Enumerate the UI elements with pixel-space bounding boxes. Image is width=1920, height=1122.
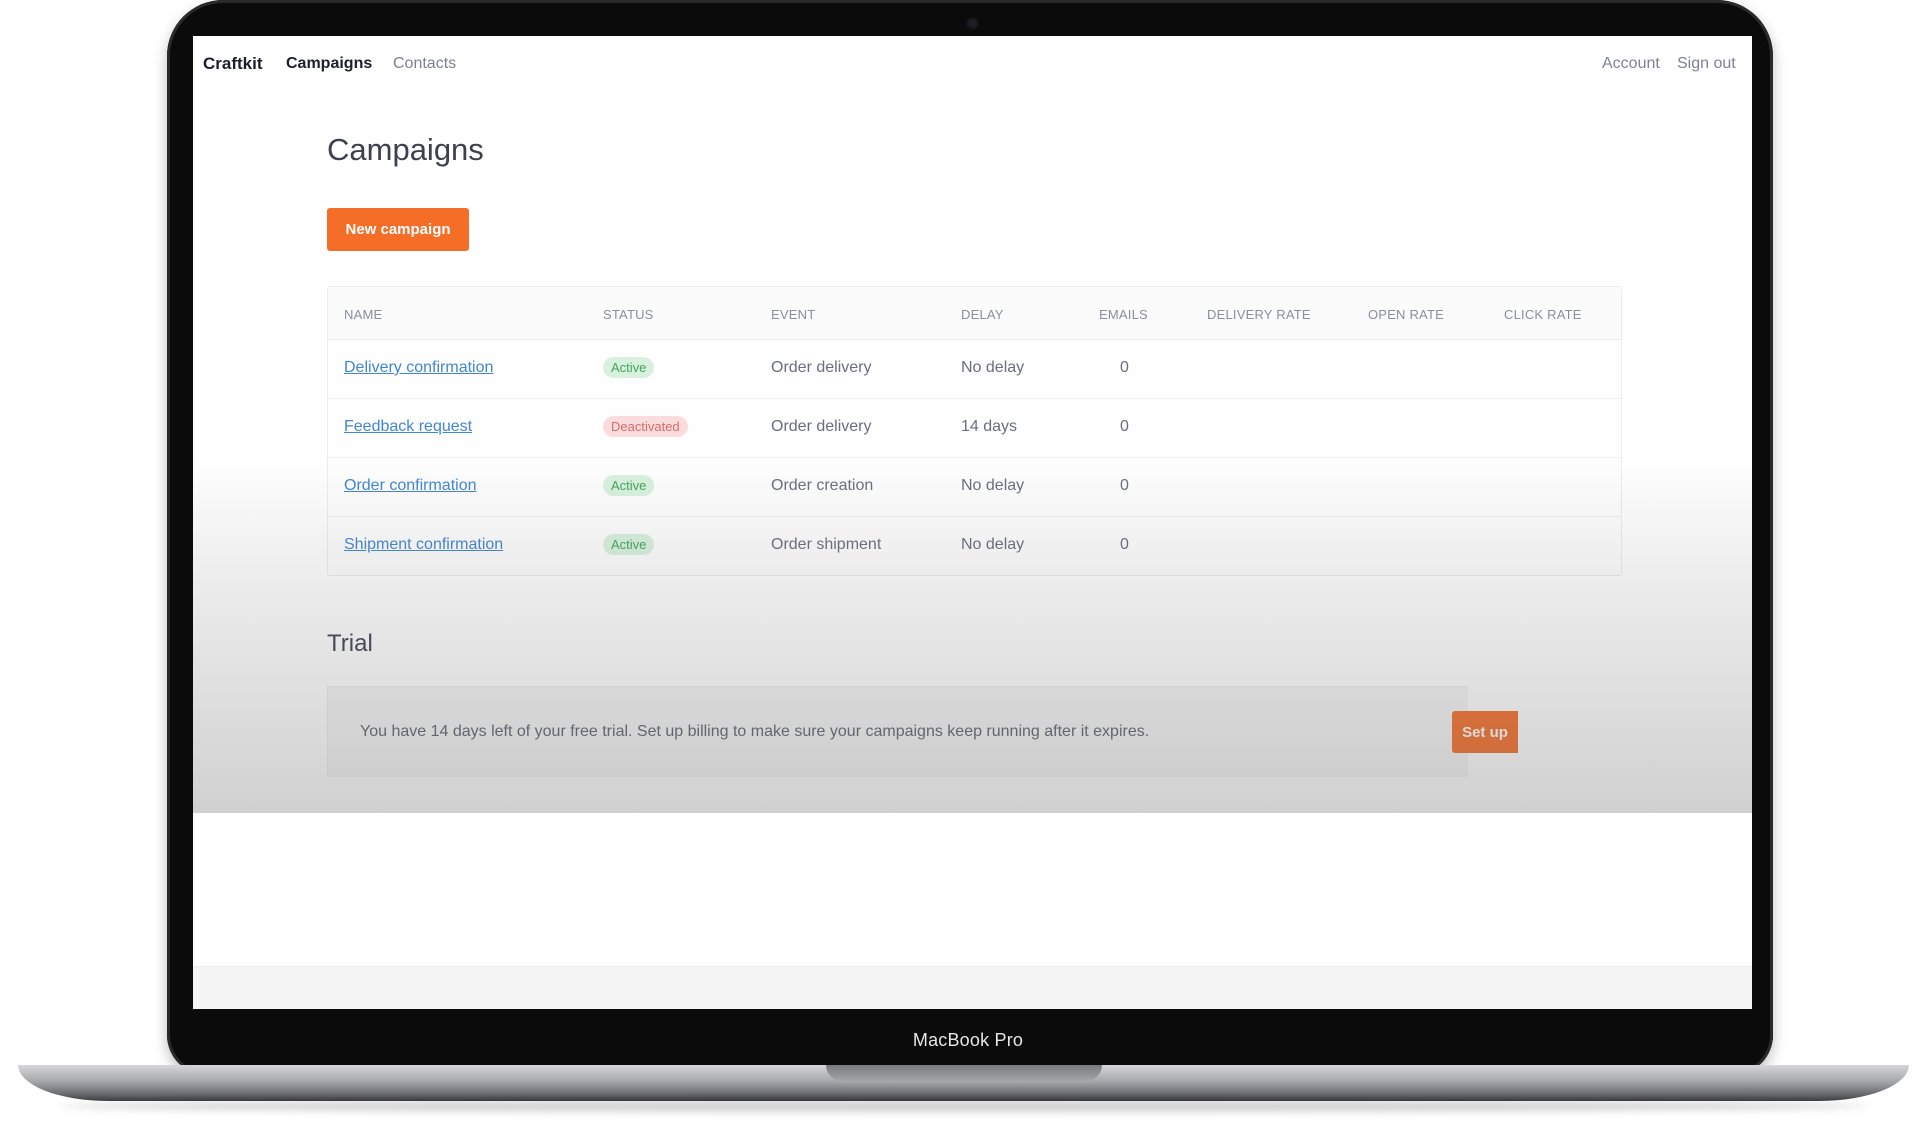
column-header-delivery-rate[interactable]: DELIVERY RATE xyxy=(1207,307,1311,322)
laptop-shadow xyxy=(60,1100,1868,1112)
campaign-link[interactable]: Order confirmation xyxy=(344,477,477,494)
nav-link-contacts[interactable]: Contacts xyxy=(393,55,456,73)
new-campaign-button[interactable]: New campaign xyxy=(327,208,469,251)
status-badge: Deactivated xyxy=(603,416,688,437)
set-up-billing-button[interactable]: Set up xyxy=(1452,711,1518,753)
laptop-base-notch xyxy=(826,1065,1102,1081)
top-nav: Craftkit Campaigns Contacts Account Sign… xyxy=(203,54,1742,82)
app-screen: Craftkit Campaigns Contacts Account Sign… xyxy=(193,36,1752,1009)
column-header-delay[interactable]: DELAY xyxy=(961,307,1004,322)
column-header-emails[interactable]: EMAILS xyxy=(1099,307,1148,322)
delay-cell: No delay xyxy=(961,536,1025,553)
campaign-link[interactable]: Feedback request xyxy=(344,418,472,435)
status-badge: Active xyxy=(603,534,655,555)
column-header-name[interactable]: NAME xyxy=(344,307,382,322)
campaigns-table: NAME STATUS EVENT DELAY EMAILS DELIVERY … xyxy=(327,286,1622,576)
app-logo[interactable]: Craftkit xyxy=(203,54,263,74)
event-cell: Order shipment xyxy=(771,536,882,553)
emails-cell: 0 xyxy=(1120,477,1129,494)
event-cell: Order delivery xyxy=(771,359,872,376)
emails-cell: 0 xyxy=(1120,359,1129,376)
screen-footer-strip xyxy=(193,966,1752,1009)
table-row[interactable]: Delivery confirmation Active Order deliv… xyxy=(328,340,1621,399)
table-row[interactable]: Shipment confirmation Active Order shipm… xyxy=(328,517,1621,575)
event-cell: Order delivery xyxy=(771,418,872,435)
table-row[interactable]: Feedback request Deactivated Order deliv… xyxy=(328,399,1621,458)
nav-link-campaigns[interactable]: Campaigns xyxy=(286,55,372,73)
delay-cell: No delay xyxy=(961,359,1025,376)
table-row[interactable]: Order confirmation Active Order creation… xyxy=(328,458,1621,517)
camera-icon xyxy=(968,19,977,28)
campaign-link[interactable]: Shipment confirmation xyxy=(344,536,503,553)
emails-cell: 0 xyxy=(1120,536,1129,553)
page-title: Campaigns xyxy=(327,132,484,167)
nav-link-sign-out[interactable]: Sign out xyxy=(1677,55,1736,73)
trial-panel: You have 14 days left of your free trial… xyxy=(327,686,1518,777)
table-header: NAME STATUS EVENT DELAY EMAILS DELIVERY … xyxy=(328,287,1621,340)
device-label: MacBook Pro xyxy=(912,1030,1024,1050)
trial-heading: Trial xyxy=(327,630,373,657)
campaign-link[interactable]: Delivery confirmation xyxy=(344,359,493,376)
delay-cell: 14 days xyxy=(961,418,1018,435)
trial-message: You have 14 days left of your free trial… xyxy=(360,723,1150,740)
event-cell: Order creation xyxy=(771,477,874,494)
column-header-click-rate[interactable]: CLICK RATE xyxy=(1504,307,1582,322)
status-badge: Active xyxy=(603,475,655,496)
nav-link-account[interactable]: Account xyxy=(1602,55,1660,73)
column-header-status[interactable]: STATUS xyxy=(603,307,654,322)
column-header-event[interactable]: EVENT xyxy=(771,307,815,322)
delay-cell: No delay xyxy=(961,477,1025,494)
status-badge: Active xyxy=(603,357,655,378)
column-header-open-rate[interactable]: OPEN RATE xyxy=(1368,307,1444,322)
emails-cell: 0 xyxy=(1120,418,1129,435)
